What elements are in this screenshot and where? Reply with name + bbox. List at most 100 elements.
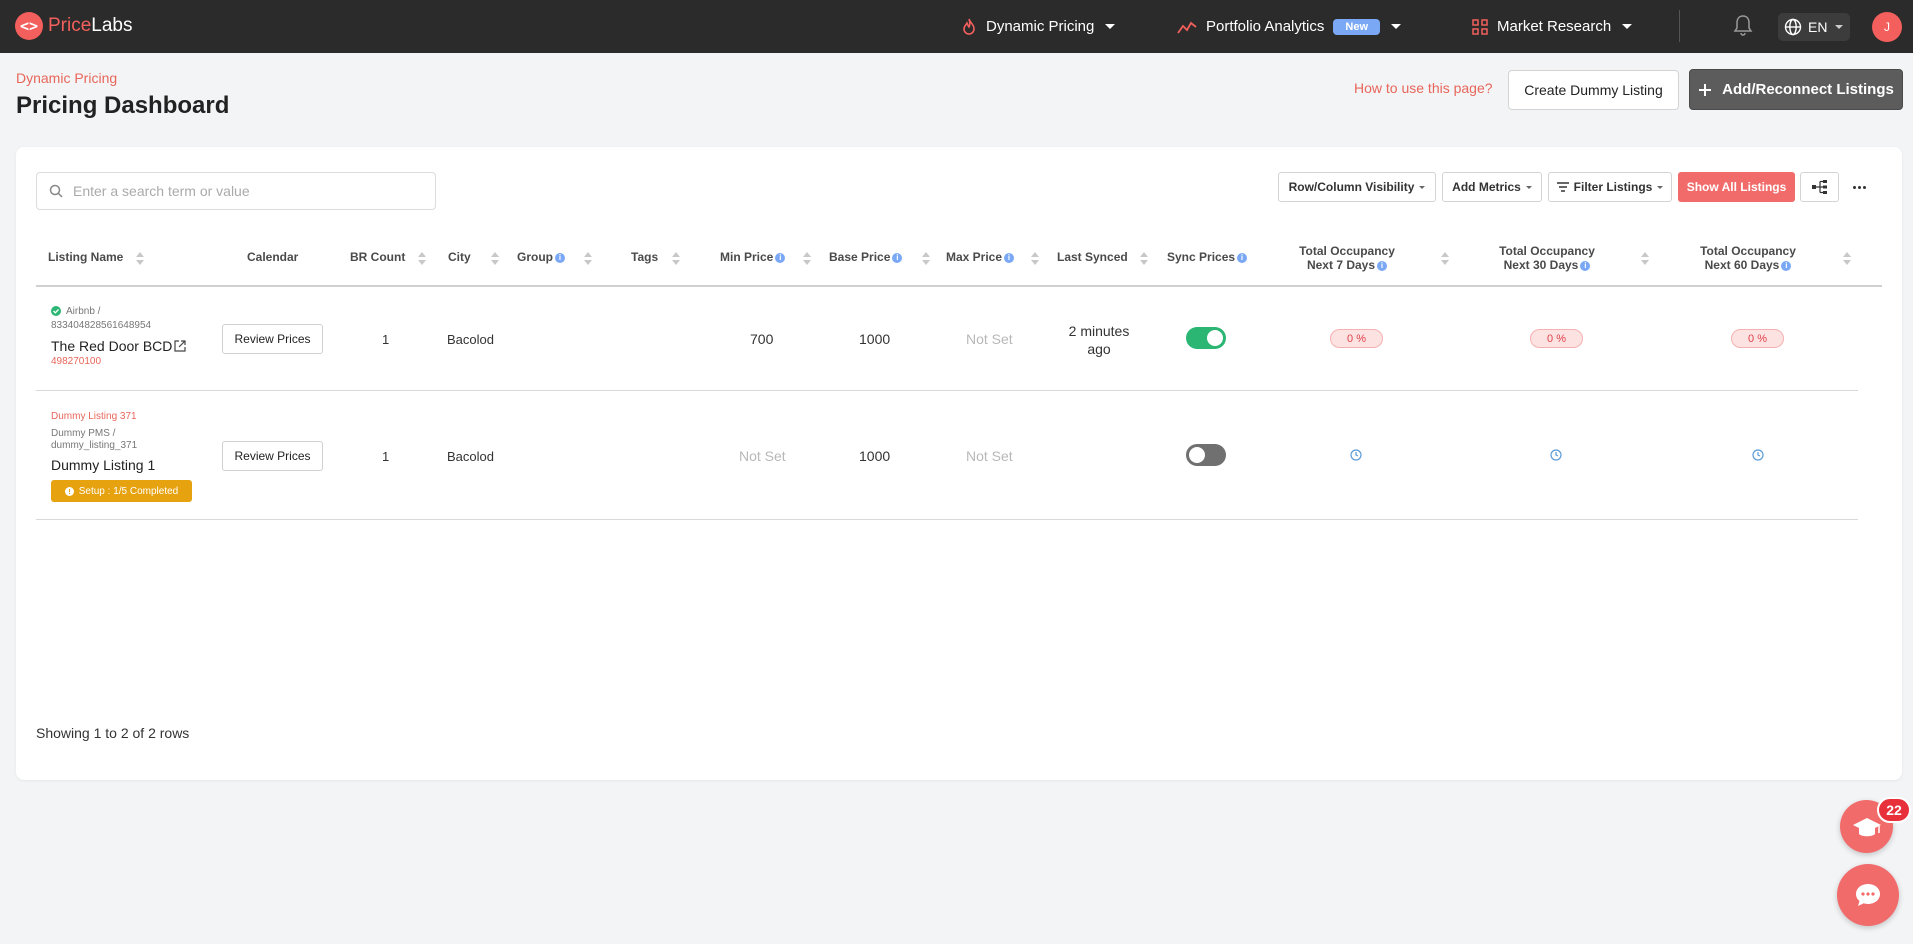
br-count: 1 [382, 332, 390, 347]
col-header-sync-prices: Sync Prices i [1167, 250, 1248, 264]
sort-icon[interactable] [1441, 252, 1449, 266]
chevron-down-icon [1419, 185, 1426, 189]
col-header-br-count[interactable]: BR Count [350, 250, 405, 264]
sort-icon[interactable] [418, 252, 426, 266]
info-icon[interactable]: i [1580, 260, 1591, 271]
col-header-base-price[interactable]: Base Price i [829, 250, 903, 264]
row-divider [36, 519, 1858, 520]
col-header-group[interactable]: Group i [517, 250, 565, 264]
add-reconnect-listings-button[interactable]: Add/Reconnect Listings [1689, 69, 1903, 110]
sort-icon[interactable] [803, 252, 811, 266]
info-icon[interactable]: i [1004, 252, 1015, 263]
bell-icon[interactable] [1732, 13, 1754, 42]
create-dummy-listing-button[interactable]: Create Dummy Listing [1508, 70, 1679, 110]
sort-icon[interactable] [1140, 252, 1148, 266]
review-prices-button[interactable]: Review Prices [222, 441, 323, 471]
chevron-down-icon [1835, 25, 1844, 29]
listing-name[interactable]: The Red Door BCD [51, 338, 172, 354]
col-header-listing-name[interactable]: Listing Name [48, 250, 123, 264]
city: Bacolod [447, 332, 494, 347]
language-selector[interactable]: EN [1778, 13, 1850, 41]
search-box[interactable] [36, 172, 436, 210]
user-avatar[interactable]: J [1872, 12, 1902, 42]
sort-icon[interactable] [922, 252, 930, 266]
min-price: 700 [750, 331, 774, 347]
nav-dynamic-pricing-label: Dynamic Pricing [986, 18, 1095, 35]
nav-portfolio-analytics[interactable]: Portfolio Analytics New [1177, 0, 1402, 53]
clock-icon [1550, 449, 1562, 461]
setup-progress-badge[interactable]: Setup : 1/5 Completed [51, 480, 192, 502]
base-price: 1000 [859, 331, 891, 347]
sort-icon[interactable] [136, 252, 144, 266]
header-divider [36, 285, 1882, 287]
last-synced-line1: 2 minutes [1068, 323, 1130, 339]
listing-id[interactable]: 498270100 [51, 356, 101, 367]
check-circle-icon [51, 306, 61, 316]
sort-icon[interactable] [584, 252, 592, 266]
hierarchy-view-button[interactable] [1800, 172, 1839, 202]
col-header-occupancy-7-line2: Next 7 Days [1306, 258, 1376, 272]
sort-icon[interactable] [491, 252, 499, 266]
info-icon[interactable]: i [775, 252, 786, 263]
info-icon[interactable]: i [555, 252, 565, 263]
nav-market-research[interactable]: Market Research [1472, 0, 1633, 53]
add-metrics-label: Add Metrics [1452, 180, 1521, 194]
sort-icon[interactable] [1843, 252, 1851, 266]
col-header-occupancy-60-line2: Next 60 Days [1704, 258, 1780, 272]
show-all-listings-button[interactable]: Show All Listings [1678, 172, 1795, 202]
info-icon[interactable]: i [892, 252, 903, 263]
col-header-max-price-label: Max Price [946, 250, 1003, 264]
listing-name[interactable]: Dummy Listing 1 [51, 457, 155, 473]
col-header-occupancy-60[interactable]: Total Occupancy Next 60 Days i [1691, 244, 1805, 272]
chevron-down-icon [1622, 24, 1633, 29]
sort-icon[interactable] [1641, 252, 1649, 266]
search-input[interactable] [73, 183, 403, 199]
sync-prices-toggle[interactable] [1186, 444, 1226, 466]
base-price: 1000 [859, 448, 891, 464]
add-metrics-button[interactable]: Add Metrics [1442, 172, 1542, 202]
col-header-max-price[interactable]: Max Price i [946, 250, 1015, 264]
sync-prices-toggle[interactable] [1186, 327, 1226, 349]
sort-icon[interactable] [1031, 252, 1039, 266]
col-header-occupancy-30[interactable]: Total Occupancy Next 30 Days i [1490, 244, 1604, 272]
chevron-down-icon [1525, 185, 1532, 189]
logo-mark-icon: <> [15, 12, 43, 40]
col-header-occupancy-30-line1: Total Occupancy [1499, 244, 1595, 258]
chevron-down-icon [1391, 24, 1402, 29]
pricelabs-logo[interactable]: <> PriceLabs [15, 12, 133, 40]
external-link-icon[interactable] [174, 340, 186, 352]
nav-dynamic-pricing[interactable]: Dynamic Pricing [961, 0, 1116, 53]
col-header-min-price[interactable]: Min Price i [720, 250, 786, 264]
more-options-icon[interactable] [1848, 176, 1870, 198]
info-icon[interactable]: i [1781, 260, 1792, 271]
chat-button[interactable] [1837, 864, 1899, 926]
col-header-calendar: Calendar [247, 250, 299, 264]
row-column-visibility-button[interactable]: Row/Column Visibility [1278, 172, 1436, 202]
col-header-tags[interactable]: Tags [631, 250, 658, 264]
info-icon[interactable]: i [1377, 260, 1388, 271]
last-synced-line2: ago [1087, 341, 1111, 357]
listing-source: Dummy PMS / [51, 428, 116, 439]
row-column-visibility-label: Row/Column Visibility [1288, 180, 1415, 194]
col-header-last-synced[interactable]: Last Synced [1057, 250, 1128, 264]
info-icon[interactable]: i [1237, 252, 1248, 263]
listing-source: Airbnb / [66, 306, 101, 317]
last-synced: 2 minutes ago [1058, 322, 1140, 358]
language-label: EN [1808, 19, 1828, 35]
col-header-city[interactable]: City [448, 250, 471, 264]
how-to-link[interactable]: How to use this page? [1354, 80, 1493, 96]
col-header-occupancy-7[interactable]: Total Occupancy Next 7 Days i [1290, 244, 1404, 272]
review-prices-button[interactable]: Review Prices [222, 324, 323, 354]
occupancy-30-badge: 0 % [1530, 329, 1583, 348]
analytics-icon [1177, 21, 1197, 34]
max-price: Not Set [966, 448, 1013, 464]
nav-market-research-label: Market Research [1497, 18, 1612, 35]
clock-icon [1752, 449, 1764, 461]
filter-listings-button[interactable]: Filter Listings [1548, 172, 1672, 202]
breadcrumb[interactable]: Dynamic Pricing [16, 70, 117, 86]
sort-icon[interactable] [672, 252, 680, 266]
nav-portfolio-analytics-label: Portfolio Analytics [1206, 18, 1325, 35]
listing-source-id: 833404828561648954 [51, 320, 152, 331]
col-header-occupancy-60-line1: Total Occupancy [1700, 244, 1796, 258]
page-title: Pricing Dashboard [16, 92, 230, 119]
